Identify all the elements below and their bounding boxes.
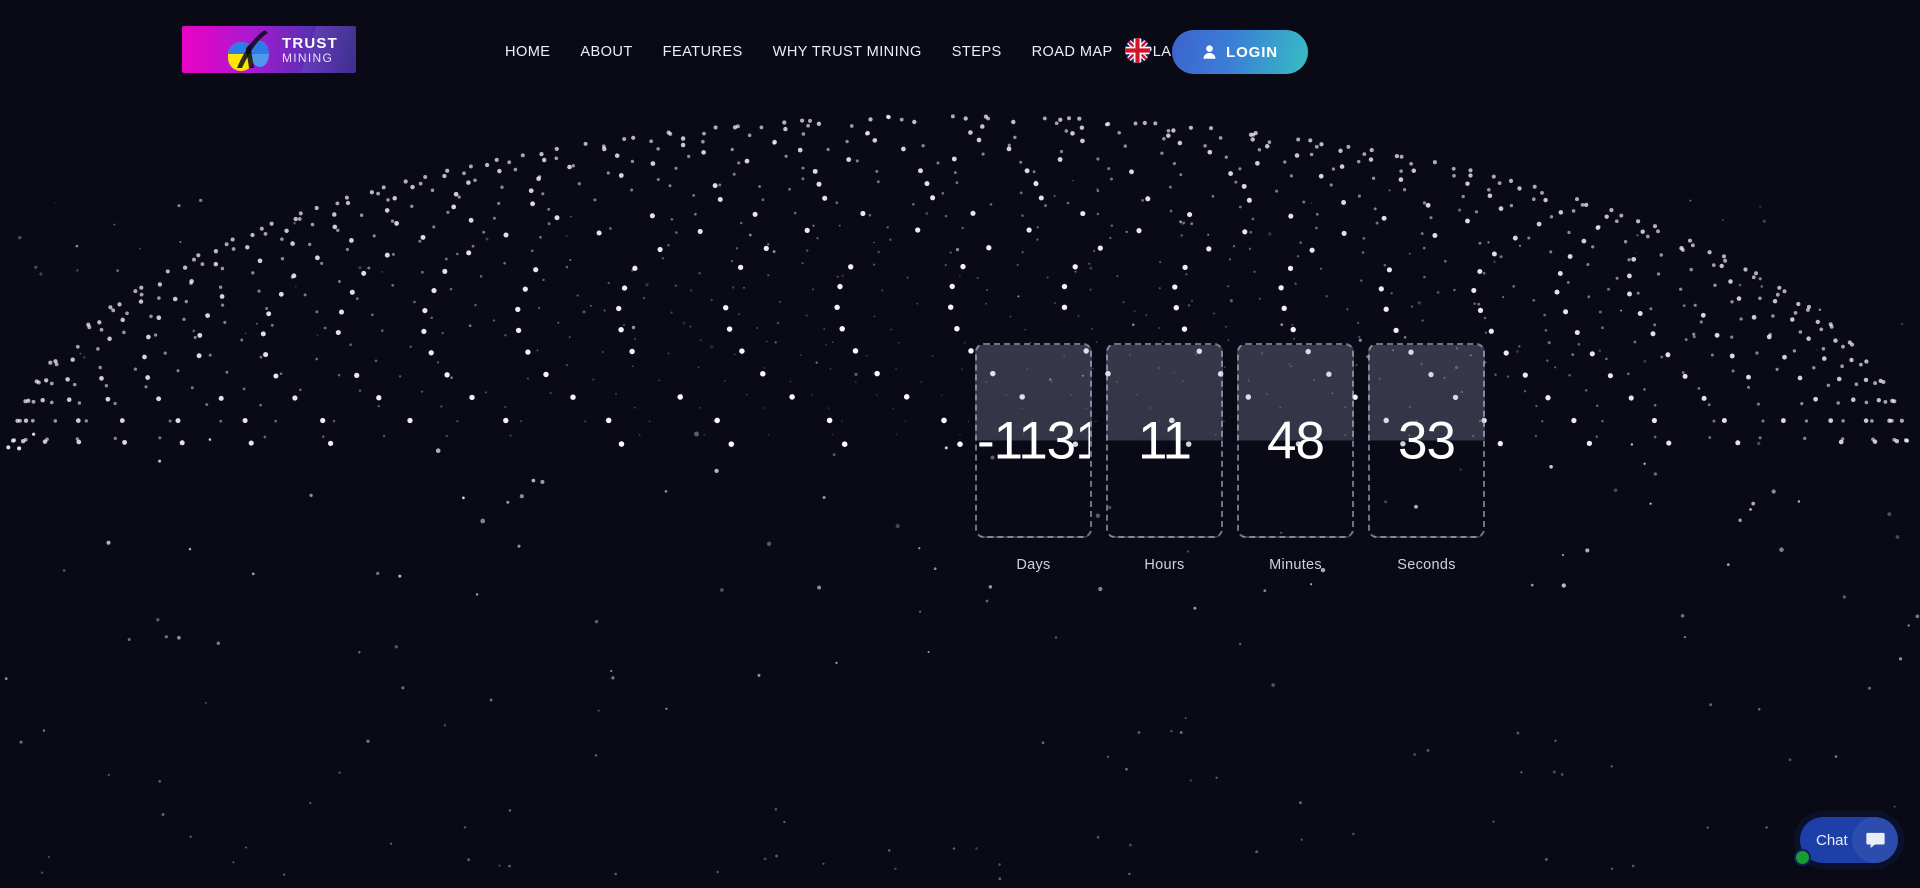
countdown-value-minutes: 48 [1267,411,1325,470]
logo-wordmark: TRUST MINING [282,36,338,64]
countdown-box-seconds: 33 [1368,343,1485,538]
nav-item-steps[interactable]: STEPS [937,44,1017,60]
nav-item-features[interactable]: FEATURES [648,44,758,60]
countdown-unit-seconds: 33 Seconds [1368,343,1485,573]
countdown-box-minutes: 48 [1237,343,1354,538]
chat-widget[interactable]: Chat [1794,817,1898,866]
nav-item-why-trust-mining[interactable]: WHY TRUST MINING [758,44,937,60]
particle-sphere-background [4,114,1920,881]
countdown-box-hours: 11 [1106,343,1223,538]
chat-status-indicator [1794,849,1811,866]
trust-mining-logo[interactable]: TRUST MINING [182,26,356,73]
login-button[interactable]: LOGIN [1172,30,1308,74]
countdown-label-minutes: Minutes [1269,557,1322,573]
logo-text-mining: MINING [282,50,334,65]
nav-item-road-map[interactable]: ROAD MAP [1017,44,1128,60]
site-header: TRUST MINING HOME ABOUT FEATURES WHY TRU… [0,0,1920,110]
page-root: TRUST MINING HOME ABOUT FEATURES WHY TRU… [0,0,1920,888]
chat-bubble-icon [1852,817,1898,863]
login-button-label: LOGIN [1226,43,1278,61]
main-navigation: HOME ABOUT FEATURES WHY TRUST MINING STE… [490,44,1208,60]
countdown-unit-days: -1131 Days [975,343,1092,573]
uk-flag-icon[interactable] [1125,38,1150,63]
countdown-label-seconds: Seconds [1397,557,1456,573]
countdown-label-hours: Hours [1144,557,1185,573]
countdown-label-days: Days [1016,557,1051,573]
logo-text-trust: TRUST [282,34,338,52]
chat-widget-label: Chat [1816,831,1848,849]
countdown-timer: -1131 Days 11 Hours 48 Minutes 33 Second… [975,343,1485,573]
countdown-unit-hours: 11 Hours [1106,343,1223,573]
countdown-value-hours: 11 [1137,411,1192,470]
countdown-box-days: -1131 [975,343,1092,538]
countdown-unit-minutes: 48 Minutes [1237,343,1354,573]
nav-item-about[interactable]: ABOUT [565,44,647,60]
logo-mark-icon [220,28,276,72]
countdown-value-days: -1131 [977,411,1092,470]
nav-item-home[interactable]: HOME [490,44,565,60]
countdown-value-seconds: 33 [1398,411,1456,470]
person-icon [1203,45,1216,59]
